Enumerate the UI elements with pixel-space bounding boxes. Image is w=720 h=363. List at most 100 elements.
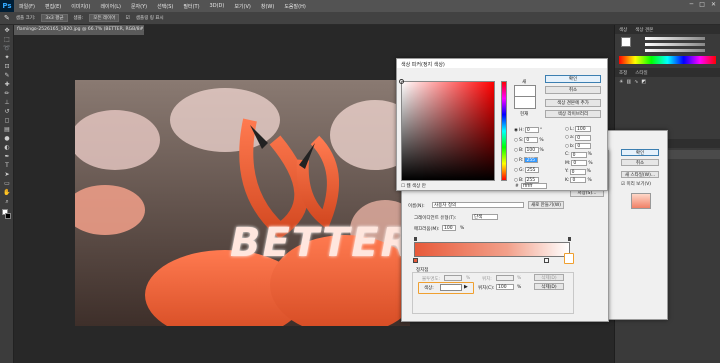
gradient-type-select[interactable]: 단색 <box>472 214 498 220</box>
menu-window[interactable]: 창(W) <box>256 3 279 10</box>
field-input-k[interactable]: 0 <box>570 177 587 184</box>
radio-icon[interactable]: ○ <box>514 148 518 153</box>
color-spectrum-bar[interactable] <box>619 56 716 64</box>
smoothness-input[interactable]: 100 <box>442 225 456 231</box>
opacity-stop-left[interactable] <box>414 237 417 241</box>
field-input-h[interactable]: 0 <box>524 127 539 133</box>
move-tool-icon[interactable]: ✥ <box>3 27 11 34</box>
dodge-tool-icon[interactable]: ◐ <box>3 144 11 151</box>
eyedropper-icon[interactable]: ✎ <box>4 14 10 22</box>
radio-icon[interactable]: ○ <box>514 158 518 163</box>
field-input-r[interactable]: 255 <box>524 157 539 163</box>
web-only-checkbox[interactable]: ☐ 웹 색상 만 <box>401 183 426 189</box>
tab-color[interactable]: 색상 <box>619 27 627 33</box>
photo-text-layer[interactable]: BETTER <box>230 220 410 266</box>
tab-swatches[interactable]: 색상 견본 <box>635 27 653 33</box>
crop-tool-icon[interactable]: ⊡ <box>3 63 11 70</box>
radio-icon[interactable]: ○ <box>514 178 518 183</box>
delete-opacity-stop-button[interactable]: 삭제(D) <box>534 274 564 281</box>
eyedropper-tool-icon[interactable]: ✎ <box>3 72 11 79</box>
menu-view[interactable]: 보기(V) <box>229 3 256 10</box>
stamp-tool-icon[interactable]: ⊥ <box>3 99 11 106</box>
preview-checkbox[interactable]: ☑ 미리 보기(V) <box>621 181 651 187</box>
shape-tool-icon[interactable]: ▭ <box>3 180 11 187</box>
hue-slider[interactable] <box>501 81 507 181</box>
radio-icon[interactable]: ○ <box>565 144 569 149</box>
tab-styles[interactable]: 스타일 <box>635 70 647 76</box>
menu-edit[interactable]: 편집(E) <box>40 3 66 10</box>
type-tool-icon[interactable]: T <box>3 162 11 169</box>
field-input-m[interactable]: 0 <box>571 160 588 167</box>
saturation-brightness-field[interactable] <box>401 81 495 181</box>
color-panel-tabs[interactable]: 색상 색상 견본 <box>615 25 720 34</box>
history-brush-icon[interactable]: ↺ <box>3 108 11 115</box>
color-stop-left[interactable] <box>413 258 418 263</box>
stop-location-input[interactable]: 100 <box>496 284 514 290</box>
gradient-name-input[interactable]: 사용자 정의 <box>432 202 524 208</box>
new-gradient-button[interactable]: 새로 만들기(W) <box>528 201 564 209</box>
stop-color-arrow-icon[interactable]: ▶ <box>464 284 468 290</box>
gradient-tool-icon[interactable]: ▤ <box>3 126 11 133</box>
marquee-tool-icon[interactable]: ⬚ <box>3 36 11 43</box>
maximize-icon[interactable]: □ <box>699 1 705 8</box>
field-input-c[interactable]: 0 <box>570 151 587 158</box>
levels-icon[interactable]: ▥ <box>626 79 631 99</box>
hex-input[interactable]: ffffff <box>521 183 547 189</box>
healing-tool-icon[interactable]: ✚ <box>3 81 11 88</box>
quick-select-tool-icon[interactable]: ✦ <box>3 54 11 61</box>
blur-tool-icon[interactable]: ● <box>3 135 11 142</box>
menu-select[interactable]: 선택(S) <box>152 3 178 10</box>
radio-icon[interactable]: ○ <box>565 135 569 140</box>
field-input-l[interactable]: 100 <box>574 126 591 133</box>
menu-3d[interactable]: 3D(D) <box>205 3 230 9</box>
opacity-input[interactable] <box>444 275 462 281</box>
field-input-g[interactable]: 255 <box>524 167 539 173</box>
color-slider-b[interactable] <box>645 49 705 52</box>
menu-filter[interactable]: 필터(T) <box>178 3 204 10</box>
eraser-tool-icon[interactable]: ◻ <box>3 117 11 124</box>
color-slider-r[interactable] <box>645 37 705 40</box>
hand-tool-icon[interactable]: ✋ <box>3 189 11 196</box>
color-field-picker-ring[interactable] <box>399 79 404 84</box>
color-stop-selected[interactable] <box>564 253 574 264</box>
current-color-swatch[interactable] <box>514 97 536 109</box>
document-tab[interactable]: flamingo-2526165_1920.jpg @ 66.7% (BETTE… <box>14 25 144 35</box>
background-color-swatch[interactable] <box>5 213 11 219</box>
adjust-panel-tabs[interactable]: 조정 스타일 <box>615 68 720 77</box>
lasso-tool-icon[interactable]: ➰ <box>3 45 11 52</box>
layer-style-cancel-button[interactable]: 취소 <box>621 159 659 166</box>
color-slider-g[interactable] <box>645 43 705 46</box>
close-icon[interactable]: ✕ <box>711 1 716 8</box>
stop-color-swatch[interactable] <box>440 284 462 291</box>
new-style-button[interactable]: 새 스타일(W)... <box>621 171 659 178</box>
curves-icon[interactable]: ∿ <box>634 79 638 99</box>
field-input-b[interactable]: 100 <box>524 147 539 153</box>
radio-icon[interactable]: ○ <box>514 168 518 173</box>
add-to-swatches-button[interactable]: 색상 견본에 추가 <box>545 99 601 107</box>
delete-color-stop-button[interactable]: 삭제(D) <box>534 283 564 290</box>
radio-icon[interactable]: ○ <box>514 138 518 143</box>
pen-tool-icon[interactable]: ✒ <box>3 153 11 160</box>
sample-from-select[interactable]: 모든 레이어 <box>89 14 120 22</box>
gradient-preview-bar[interactable] <box>414 242 570 257</box>
color-picker-cancel-button[interactable]: 취소 <box>545 86 601 94</box>
radio-icon[interactable]: ○ <box>565 127 569 132</box>
menu-layer[interactable]: 레이어(L) <box>95 3 126 10</box>
field-input-a[interactable]: 0 <box>575 134 592 141</box>
layer-style-ok-button[interactable]: 확인 <box>621 149 659 156</box>
sample-size-select[interactable]: 3x3 평균 <box>41 14 68 22</box>
menu-image[interactable]: 이미지(I) <box>66 3 95 10</box>
menu-file[interactable]: 파일(F) <box>14 3 40 10</box>
zoom-tool-icon[interactable]: ⌕ <box>3 198 11 205</box>
color-picker-ok-button[interactable]: 확인 <box>545 75 601 83</box>
menu-type[interactable]: 문자(Y) <box>126 3 152 10</box>
document-canvas-image[interactable]: BETTER <box>75 80 410 326</box>
exposure-icon[interactable]: ◩ <box>641 79 646 99</box>
field-input-s[interactable]: 0 <box>524 137 539 143</box>
fg-bg-swatch[interactable] <box>621 37 631 47</box>
location-input[interactable] <box>496 275 514 281</box>
radio-icon[interactable]: ◉ <box>514 128 518 133</box>
opacity-stop-right[interactable] <box>568 237 571 241</box>
color-stop-mid[interactable] <box>544 258 549 263</box>
field-input-blab[interactable]: 0 <box>575 143 592 150</box>
